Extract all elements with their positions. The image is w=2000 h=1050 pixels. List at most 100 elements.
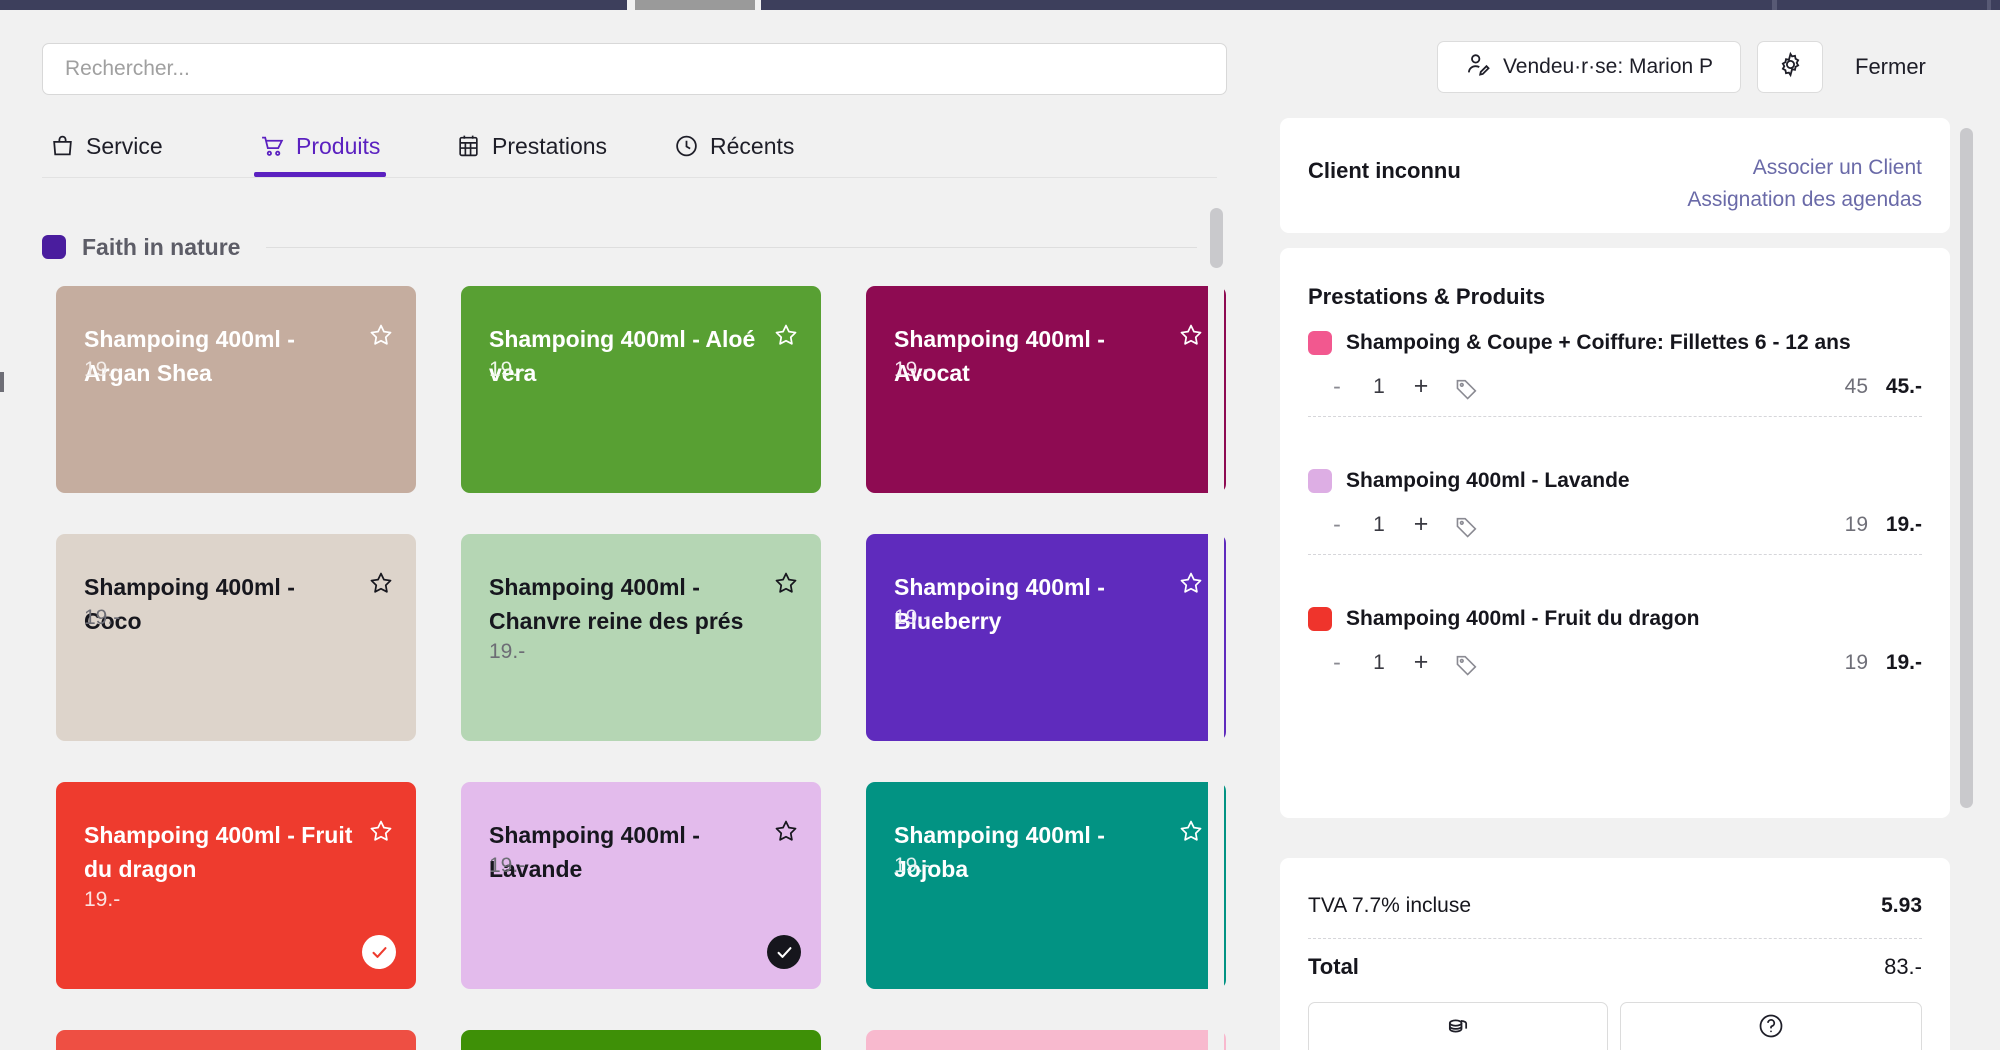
favorite-star-icon[interactable] <box>368 322 394 348</box>
favorite-star-icon[interactable] <box>1178 322 1204 348</box>
total-row: Total 83.- <box>1308 954 1922 980</box>
product-card[interactable] <box>461 1030 821 1050</box>
settings-button[interactable] <box>1757 41 1823 93</box>
cart-line-item: Shampoing 400ml - Lavande-1+1919.- <box>1308 466 1922 548</box>
discount-tag-icon[interactable] <box>1454 376 1480 402</box>
product-card[interactable]: Shampoing 400ml - Argan Shea19.- <box>56 286 416 493</box>
product-name: Shampoing 400ml - Coco <box>84 570 354 638</box>
cart-icon <box>260 133 285 159</box>
increase-qty-button[interactable]: + <box>1408 648 1434 677</box>
tab-label: Récents <box>710 133 794 160</box>
tab-label: Prestations <box>492 133 607 160</box>
pay-card-button[interactable]: Carte bancaire <box>1620 1002 1922 1050</box>
user-edit-icon <box>1465 51 1492 84</box>
cart-item-header: Shampoing & Coupe + Coiffure: Fillettes … <box>1308 328 1922 358</box>
product-card[interactable]: Shampoing 400ml - Avocat19.- <box>866 286 1226 493</box>
tab-produits[interactable]: Produits <box>254 115 386 177</box>
catalog-tabs: Service Produits <box>42 115 1227 177</box>
cart-title: Prestations & Produits <box>1308 284 1545 310</box>
tab-prestations[interactable]: Prestations <box>450 115 613 177</box>
product-card[interactable] <box>56 1030 416 1050</box>
cart-item-color-swatch <box>1308 331 1332 355</box>
vendor-label: Vendeu·r·se: Marion P <box>1503 55 1713 79</box>
assign-agendas-link[interactable]: Assignation des agendas <box>1687 188 1922 212</box>
product-grid: Shampoing 400ml - Argan Shea19.-Shampoin… <box>56 286 1226 1050</box>
decrease-qty-button[interactable]: - <box>1326 373 1348 400</box>
favorite-star-icon[interactable] <box>1178 818 1204 844</box>
tab-service[interactable]: Service <box>44 115 169 177</box>
qty-value: 1 <box>1366 375 1392 399</box>
cart-item-total: 45.- <box>1802 375 1922 399</box>
cart-item-total: 19.- <box>1802 513 1922 537</box>
category-header: Faith in nature <box>42 232 1197 262</box>
product-price: 19.- <box>489 854 525 878</box>
favorite-star-icon[interactable] <box>773 818 799 844</box>
product-scrollbar-thumb[interactable] <box>1210 208 1223 268</box>
pay-cash-button[interactable]: Cash <box>1308 1002 1608 1050</box>
vendor-selector-button[interactable]: Vendeu·r·se: Marion P <box>1437 41 1741 93</box>
checkout-scrollbar-track[interactable] <box>1958 118 1976 1050</box>
titlebar-gap <box>1772 0 1777 10</box>
product-name: Shampoing 400ml - Jojoba <box>894 818 1164 886</box>
pos-screen: Rechercher... Service Produi <box>0 0 2000 1050</box>
product-card[interactable]: Shampoing 400ml - Coco19.- <box>56 534 416 741</box>
favorite-star-icon[interactable] <box>368 570 394 596</box>
product-scrollbar-track[interactable] <box>1208 200 1224 1050</box>
clock-icon <box>674 133 699 159</box>
decrease-qty-button[interactable]: - <box>1326 511 1348 538</box>
calendar-icon <box>456 133 481 159</box>
cart-item-controls: -1+1919.- <box>1308 646 1922 686</box>
product-name: Shampoing 400ml - Fruit du dragon <box>84 818 354 886</box>
product-price: 19.- <box>894 358 930 382</box>
product-card[interactable]: Shampoing 400ml - Blueberry19.- <box>866 534 1226 741</box>
qty-value: 1 <box>1366 513 1392 537</box>
product-name: Shampoing 400ml - Blueberry <box>894 570 1164 638</box>
cart-item-name: Shampoing & Coupe + Coiffure: Fillettes … <box>1346 331 1851 355</box>
product-price: 19.- <box>489 640 525 664</box>
cart-item-header: Shampoing 400ml - Fruit du dragon <box>1308 604 1922 634</box>
product-name: Shampoing 400ml - Aloé vera <box>489 322 759 390</box>
total-label: Total <box>1308 954 1359 980</box>
browser-active-tab[interactable] <box>635 0 755 10</box>
decrease-qty-button[interactable]: - <box>1326 649 1348 676</box>
product-card[interactable] <box>866 1030 1226 1050</box>
discount-tag-icon[interactable] <box>1454 514 1480 540</box>
window-titlebar <box>0 0 2000 10</box>
category-name: Faith in nature <box>82 234 240 261</box>
product-card[interactable]: Shampoing 400ml - Aloé vera19.- <box>461 286 821 493</box>
cart-item-color-swatch <box>1308 607 1332 631</box>
cart-item-total: 19.- <box>1802 651 1922 675</box>
gear-icon <box>1777 51 1804 83</box>
tva-row: TVA 7.7% incluse 5.93 <box>1308 894 1922 918</box>
checkout-scrollbar-thumb[interactable] <box>1960 128 1973 808</box>
total-value: 83.- <box>1884 954 1922 980</box>
product-card[interactable]: Shampoing 400ml - Jojoba19.- <box>866 782 1226 989</box>
associate-client-link[interactable]: Associer un Client <box>1753 156 1922 180</box>
cart-line-item: Shampoing 400ml - Fruit du dragon -1+1919… <box>1308 604 1922 686</box>
tab-recents[interactable]: Récents <box>668 115 800 177</box>
titlebar-gap <box>627 0 635 10</box>
product-price: 19.- <box>894 606 930 630</box>
favorite-star-icon[interactable] <box>1178 570 1204 596</box>
tva-value: 5.93 <box>1881 894 1922 918</box>
favorite-star-icon[interactable] <box>368 818 394 844</box>
discount-tag-icon[interactable] <box>1454 652 1480 678</box>
cart-item-name: Shampoing 400ml - Lavande <box>1346 469 1630 493</box>
payment-card: TVA 7.7% incluse 5.93 Total 83.- Cash <box>1280 858 1950 1050</box>
product-price: 19.- <box>84 888 120 912</box>
product-card[interactable]: Shampoing 400ml - Chanvre reine des prés… <box>461 534 821 741</box>
cart-item-name: Shampoing 400ml - Fruit du dragon <box>1346 607 1700 631</box>
payment-divider <box>1308 938 1922 939</box>
favorite-star-icon[interactable] <box>773 570 799 596</box>
search-input[interactable]: Rechercher... <box>42 43 1227 95</box>
product-card[interactable]: Shampoing 400ml - Fruit du dragon19.- <box>56 782 416 989</box>
increase-qty-button[interactable]: + <box>1408 510 1434 539</box>
increase-qty-button[interactable]: + <box>1408 372 1434 401</box>
product-price: 19.- <box>84 606 120 630</box>
cart-item-header: Shampoing 400ml - Lavande <box>1308 466 1922 496</box>
product-name: Shampoing 400ml - Argan Shea <box>84 322 354 390</box>
close-button[interactable]: Fermer <box>1855 41 1926 93</box>
product-card[interactable]: Shampoing 400ml - Lavande19.- <box>461 782 821 989</box>
catalog-column: Rechercher... Service Produi <box>0 10 1255 1050</box>
favorite-star-icon[interactable] <box>773 322 799 348</box>
